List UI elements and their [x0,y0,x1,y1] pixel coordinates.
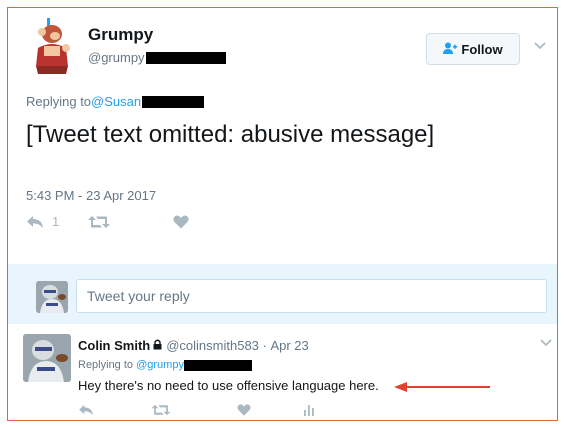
avatar[interactable] [26,18,78,74]
avatar [36,281,68,313]
reply-actions [78,404,315,416]
chevron-down-icon[interactable] [540,336,552,350]
reply-icon [27,215,43,228]
like-button[interactable] [237,404,303,416]
reply-username[interactable]: @colinsmith583 [166,338,259,353]
screenshot-frame: Grumpy @grumpy Follow Replying to @Susan [7,7,558,421]
retweet-button[interactable] [151,404,237,416]
retweet-icon [151,404,171,416]
user-plus-icon [443,42,458,57]
reply-composer: Tweet your reply [8,264,557,324]
reply-text: Hey there's no need to use offensive lan… [78,378,379,393]
reply-header: Colin Smith @colinsmith583 · Apr 23 [78,338,309,353]
redaction-bar [145,51,226,64]
replying-prefix: Replying to [78,359,137,371]
display-name[interactable]: Grumpy [88,25,153,45]
reply-tweet: Colin Smith @colinsmith583 · Apr 23 Repl… [8,324,557,420]
date-separator: · [258,338,271,353]
analytics-icon [304,405,314,416]
redaction-bar [142,95,205,108]
avatar[interactable] [23,334,71,382]
username-row: @grumpy [88,50,226,65]
retweet-icon [88,215,110,228]
follow-label: Follow [461,41,503,57]
reply-button[interactable]: 1 [26,214,88,229]
football-player-avatar-icon [23,334,71,382]
reply-input[interactable]: Tweet your reply [76,279,547,313]
retweet-button[interactable] [88,215,173,229]
like-button[interactable] [173,215,189,229]
reply-icon [79,404,93,416]
analytics-button[interactable] [303,404,315,416]
replying-prefix: Replying to [26,94,92,109]
username[interactable]: @grumpy [88,50,145,65]
annotation-arrow-icon [394,380,494,398]
tweet-actions: 1 [26,214,189,229]
reply-date[interactable]: Apr 23 [270,338,308,353]
tweet-timestamp[interactable]: 5:43 PM - 23 Apr 2017 [26,188,156,203]
reply-count: 1 [52,214,60,229]
tweet-text: [Tweet text omitted: abusive message] [26,121,435,148]
chevron-down-icon[interactable] [534,39,546,53]
replying-to: Replying to @Susan [26,94,205,109]
follow-button[interactable]: Follow [426,33,520,65]
replying-to-link[interactable]: @grumpy [136,359,184,371]
main-tweet: Grumpy @grumpy Follow Replying to @Susan [8,8,557,264]
lock-icon [153,338,162,353]
replying-to-link[interactable]: @Susan [91,94,141,109]
reply-display-name[interactable]: Colin Smith [78,338,150,353]
heart-icon [237,404,251,416]
replying-to: Replying to @grumpy [78,359,252,371]
reply-button[interactable] [78,404,151,416]
redaction-bar [183,359,252,371]
football-player-avatar-icon [36,281,68,313]
cartoon-avatar-icon [36,18,70,74]
heart-icon [173,215,189,228]
